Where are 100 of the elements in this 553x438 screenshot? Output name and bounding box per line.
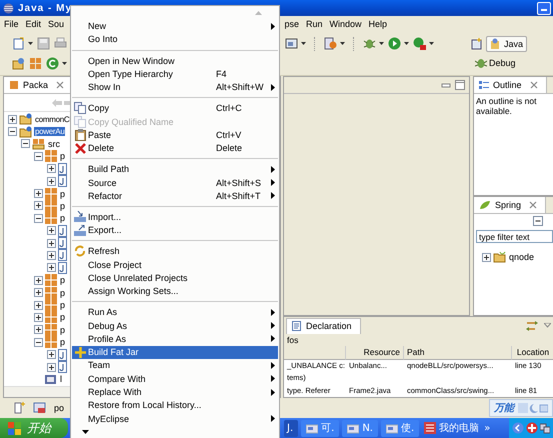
tree-item[interactable]: p <box>59 288 66 298</box>
menu-item[interactable]: Close Project <box>72 258 278 272</box>
network-icon[interactable] <box>540 422 550 434</box>
back-icon[interactable] <box>512 422 524 434</box>
expand-toggle[interactable] <box>47 226 56 236</box>
expand-toggle[interactable] <box>34 201 43 210</box>
expand-toggle[interactable] <box>34 288 43 298</box>
expand-toggle[interactable] <box>34 276 43 285</box>
caret-icon[interactable] <box>429 42 434 46</box>
expand-toggle[interactable] <box>47 350 56 360</box>
menu-item[interactable]: Compare With <box>72 372 278 386</box>
caret-icon[interactable] <box>404 42 409 46</box>
menu-item[interactable]: Profile As <box>72 332 278 346</box>
menu-item[interactable]: Run <box>306 19 322 29</box>
quick-launch-button[interactable]: 我的电脑 <box>422 421 482 435</box>
input-method-name[interactable]: 万能 <box>494 401 514 415</box>
menu-item[interactable]: Debug As <box>72 318 278 332</box>
menu-item[interactable]: Run As <box>72 306 278 319</box>
expand-toggle[interactable] <box>47 164 56 174</box>
tree-item[interactable]: qnode <box>508 252 536 262</box>
tree-item[interactable]: p <box>59 337 66 348</box>
expand-toggle[interactable] <box>34 312 43 322</box>
tree-item[interactable]: p <box>59 324 66 335</box>
minimize-icon[interactable] <box>441 81 451 89</box>
minimize-button[interactable] <box>537 2 551 14</box>
fast-view-icon[interactable] <box>14 402 25 414</box>
server-icon[interactable] <box>324 37 337 50</box>
perspective-button[interactable]: Debug <box>471 55 520 71</box>
caret-icon[interactable] <box>340 42 345 46</box>
filter-field[interactable]: type filter text <box>476 230 553 243</box>
menu-item[interactable]: Copy Ctrl+C <box>72 102 278 115</box>
new-icon[interactable] <box>12 37 25 50</box>
menu-item[interactable]: Close Unrelated Projects <box>72 271 278 285</box>
taskbar-button[interactable]: J. <box>284 420 298 436</box>
menu-item[interactable]: Show In Alt+Shift+W <box>72 80 278 94</box>
close-icon[interactable] <box>56 81 64 89</box>
expand-toggle[interactable] <box>47 238 56 248</box>
column-header[interactable]: Resource <box>346 346 404 360</box>
expand-toggle[interactable] <box>47 263 56 272</box>
menu-item[interactable]: Replace With <box>72 385 278 399</box>
maximize-icon[interactable] <box>455 80 465 90</box>
menu-item[interactable]: pse <box>284 19 299 29</box>
close-icon[interactable] <box>529 201 538 209</box>
taskbar-button[interactable]: N. <box>342 420 378 436</box>
tree-item[interactable]: p <box>59 312 66 322</box>
menu-item[interactable]: Sou <box>48 19 64 29</box>
expand-toggle[interactable] <box>34 214 43 223</box>
view-tab[interactable]: Declaration <box>286 318 361 334</box>
tree-item[interactable]: src <box>47 138 61 149</box>
tree-item[interactable]: l <box>59 374 63 384</box>
expand-toggle[interactable] <box>47 250 56 260</box>
collapse-all-icon[interactable] <box>533 216 543 226</box>
caret-icon[interactable] <box>379 42 384 46</box>
menu-item[interactable]: Export... <box>72 224 278 237</box>
taskbar-button[interactable]: 使. <box>381 420 420 436</box>
menu-item[interactable]: Edit <box>26 19 42 29</box>
expand-toggle[interactable] <box>34 152 43 161</box>
menu-item[interactable]: Open in New Window <box>72 54 278 68</box>
menu-item[interactable]: MyEclipse <box>72 412 278 426</box>
menu-item[interactable]: Go Into <box>72 32 278 46</box>
menu-item[interactable]: Team <box>72 358 278 372</box>
scroll-down-arrow-icon[interactable] <box>82 430 89 434</box>
tree-item[interactable]: p <box>59 188 66 199</box>
close-icon[interactable] <box>530 81 538 89</box>
menu-item[interactable]: Refresh <box>72 244 278 258</box>
run-tool-icon[interactable] <box>413 37 426 50</box>
menu-item[interactable]: Assign Working Sets... <box>72 284 278 298</box>
view-tab[interactable]: Outline <box>474 77 547 93</box>
project-icon[interactable] <box>12 56 25 70</box>
caret-icon[interactable] <box>301 42 306 46</box>
menu-item[interactable]: Import... <box>72 210 278 224</box>
more-button[interactable]: » <box>484 422 490 434</box>
caret-icon[interactable] <box>28 42 33 46</box>
taskbar-button[interactable]: 可. <box>301 420 340 436</box>
expand-toggle[interactable] <box>34 300 43 310</box>
menu-item[interactable]: File <box>4 19 19 29</box>
shield-icon[interactable] <box>526 422 538 434</box>
view-tab[interactable]: Spring <box>474 197 546 213</box>
tree-item[interactable]: p <box>59 200 66 211</box>
run-icon[interactable] <box>388 37 401 50</box>
tree-item[interactable]: powerAu <box>34 127 66 136</box>
expand-toggle[interactable] <box>34 325 43 334</box>
view-menu-icon[interactable] <box>544 323 551 328</box>
perspective-button[interactable]: Java <box>486 36 528 52</box>
caret-icon[interactable] <box>62 62 67 65</box>
bug-icon[interactable] <box>363 37 376 50</box>
window-icon[interactable] <box>285 37 298 50</box>
menu-item[interactable]: Restore from Local History... <box>72 398 278 412</box>
filter-icon[interactable] <box>526 320 538 332</box>
menu-item[interactable]: Paste Ctrl+V <box>72 128 278 142</box>
menu-item[interactable]: Window <box>329 19 362 29</box>
column-header[interactable]: Path <box>404 346 512 360</box>
expand-toggle[interactable] <box>8 127 17 136</box>
column-header[interactable]: Location <box>512 346 553 360</box>
tree-item[interactable]: p <box>59 275 66 286</box>
tree-item[interactable]: p <box>59 300 66 310</box>
menu-item[interactable]: Source Alt+Shift+S <box>72 176 278 190</box>
expand-toggle[interactable] <box>482 252 491 262</box>
expand-toggle[interactable] <box>34 189 43 198</box>
menu-item[interactable]: New <box>72 20 278 33</box>
